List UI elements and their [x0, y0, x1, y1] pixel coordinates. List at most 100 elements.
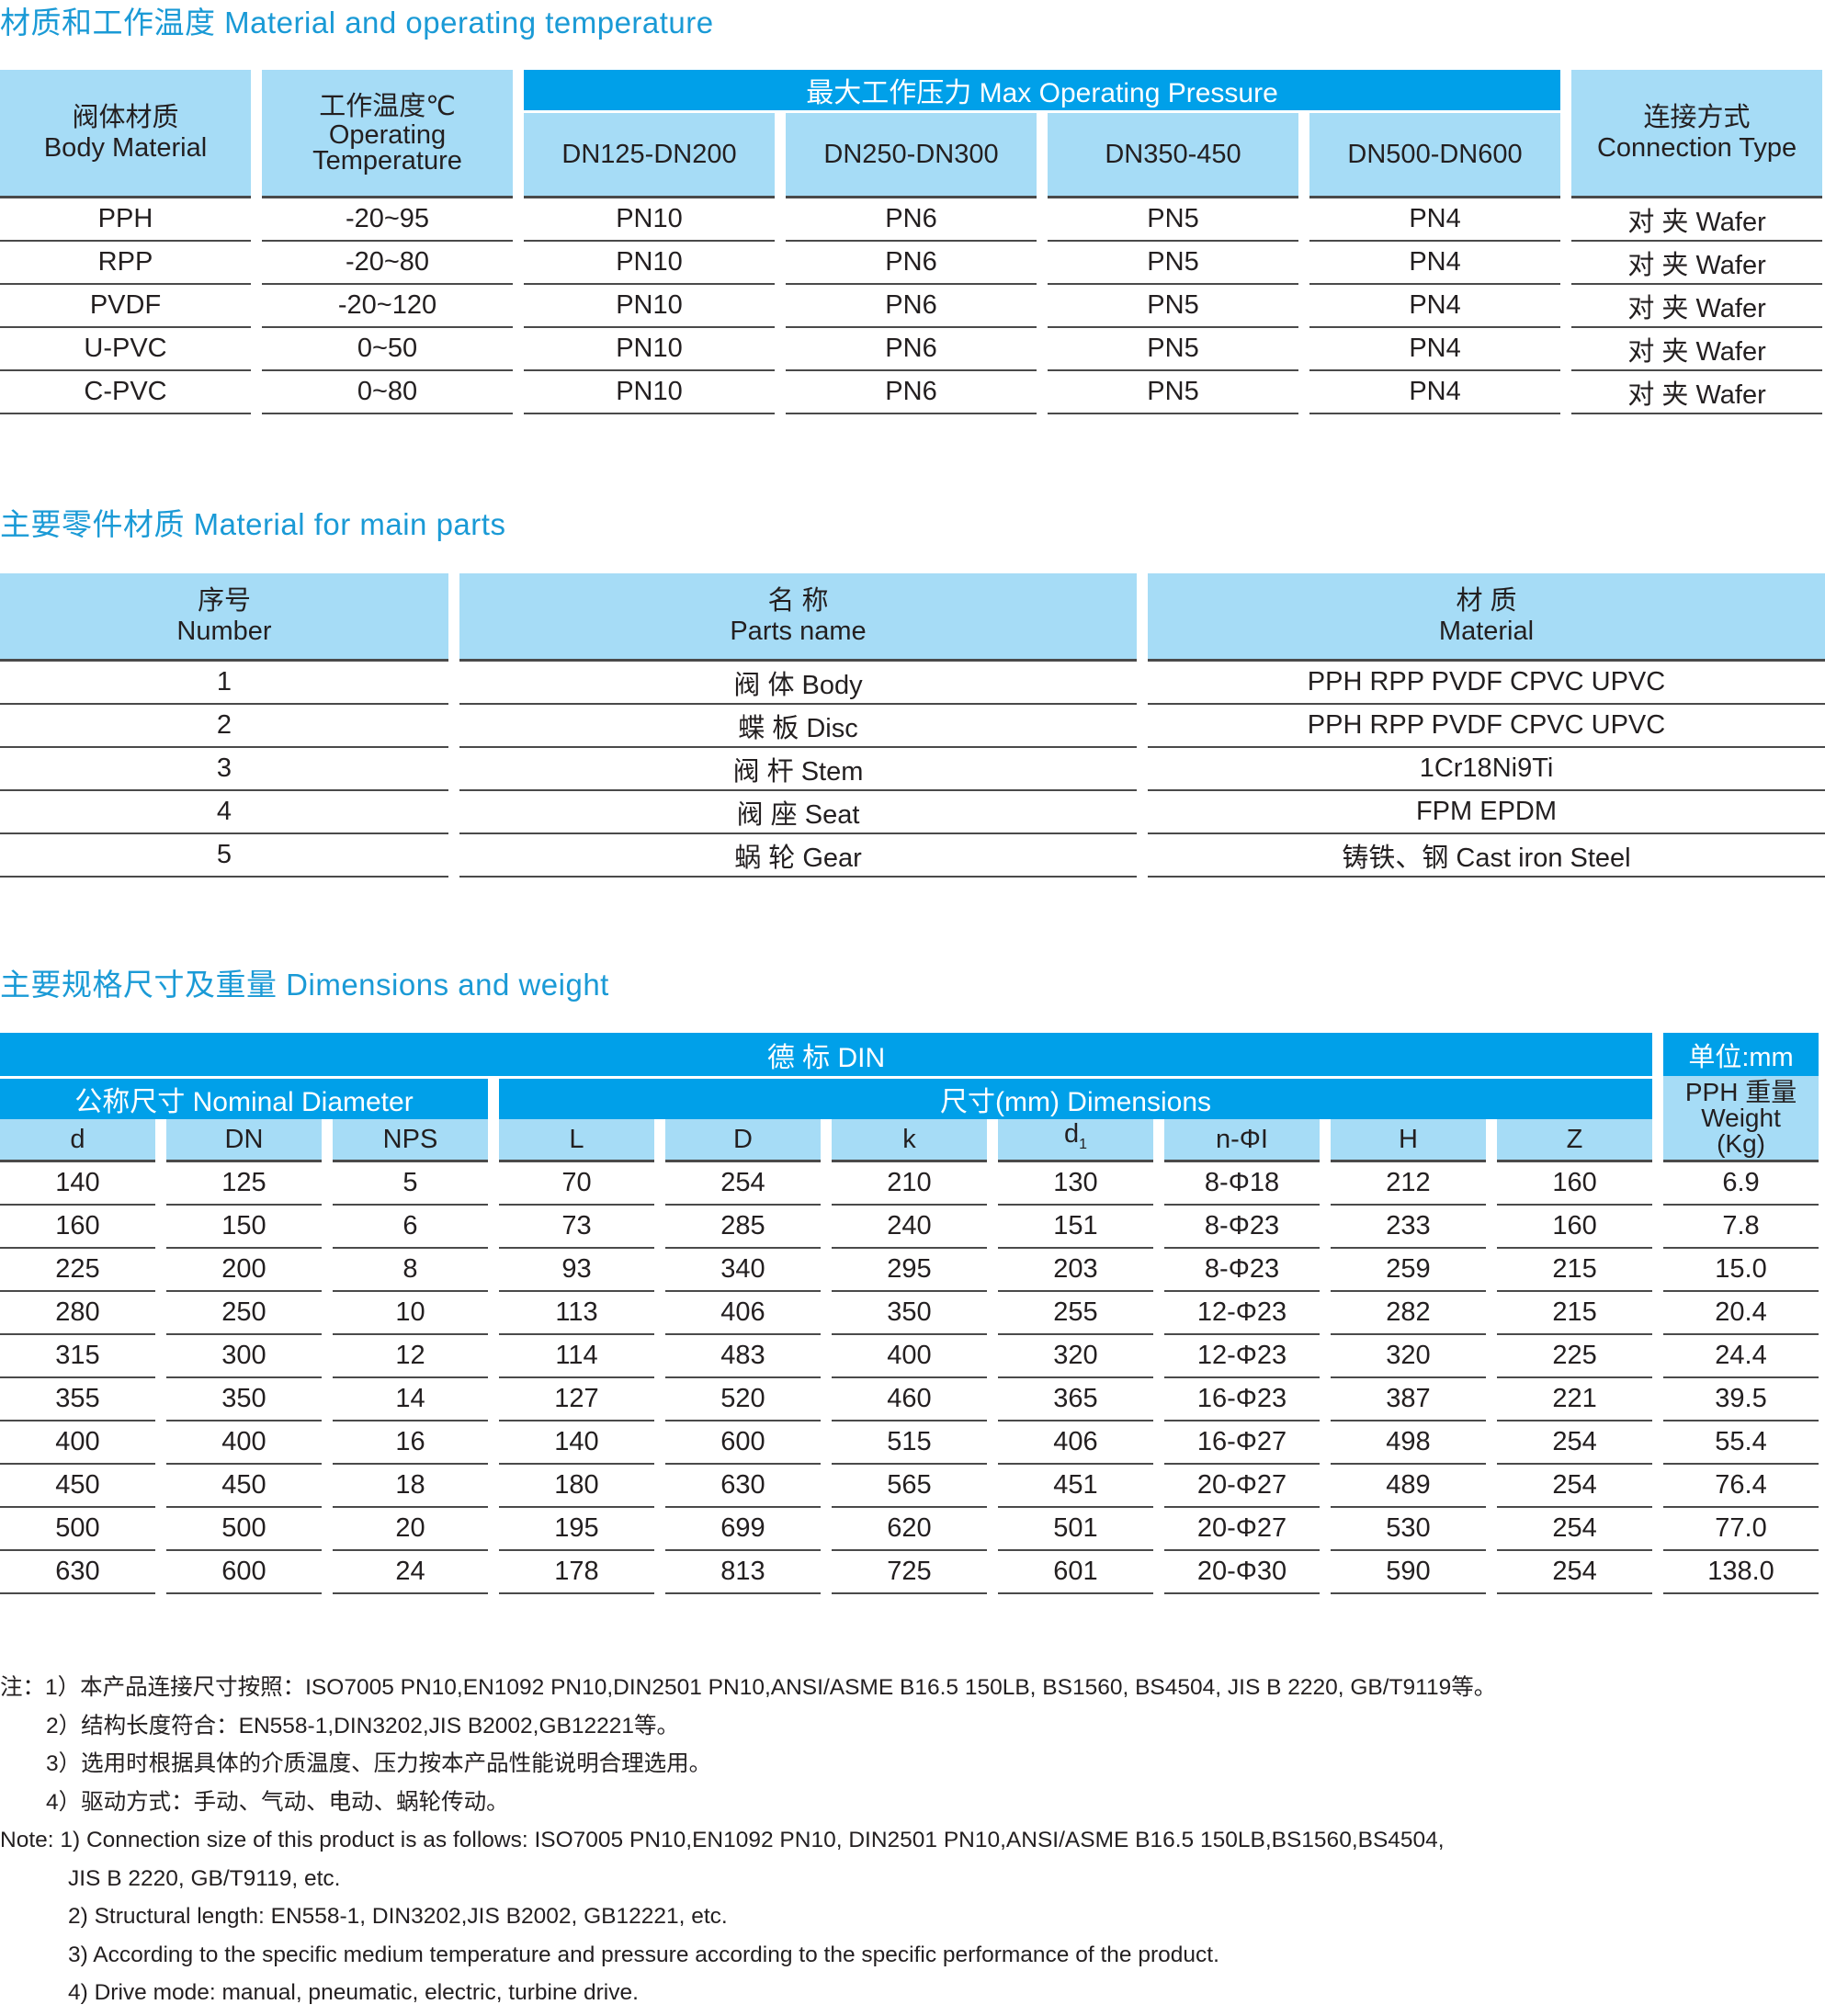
cell: 254: [665, 1162, 821, 1206]
cell: 5: [333, 1162, 488, 1206]
header-col-nps: NPS: [333, 1119, 488, 1162]
cell: 16: [333, 1421, 488, 1465]
header-dn125-200: DN125-DN200: [524, 113, 775, 198]
cell: 1Cr18Ni9Ti: [1148, 748, 1825, 791]
cell: 140: [499, 1421, 654, 1465]
cell: 8: [333, 1249, 488, 1292]
cell: 250: [166, 1292, 322, 1335]
cell: 600: [665, 1421, 821, 1465]
cell: 5: [0, 834, 448, 878]
header-weight: PPH 重量 Weight (Kg): [1663, 1076, 1819, 1162]
cell: C-PVC: [0, 371, 251, 414]
cell: 10: [333, 1292, 488, 1335]
cell: 39.5: [1663, 1378, 1819, 1421]
cell: 215: [1497, 1249, 1653, 1292]
cell: 212: [1331, 1162, 1486, 1206]
cell: 387: [1331, 1378, 1486, 1421]
cell: 195: [499, 1508, 654, 1551]
header-col-h: H: [1331, 1119, 1486, 1162]
header-connection-type: 连接方式 Connection Type: [1571, 70, 1823, 198]
cell: 160: [0, 1206, 155, 1249]
table-row: 355 350 14 127 520 460 365 16-Φ23 387 221 39.5: [0, 1378, 1819, 1421]
cell: 500: [166, 1508, 322, 1551]
cell: PVDF: [0, 285, 251, 328]
cell: 699: [665, 1508, 821, 1551]
cell: 180: [499, 1465, 654, 1508]
cell: 对 夹 Wafer: [1571, 198, 1823, 242]
cell: 阀 座 Seat: [459, 791, 1137, 834]
cell: 140: [0, 1162, 155, 1206]
cell: PN10: [524, 285, 775, 328]
table-row: 630 600 24 178 813 725 601 20-Φ30 590 254 138.0: [0, 1551, 1819, 1594]
header-weight-line1: PPH 重量: [1684, 1077, 1797, 1106]
note-line: 3）选用时根据具体的介质温度、压力按本产品性能说明合理选用。: [46, 1751, 712, 1776]
cell: 20-Φ27: [1164, 1508, 1320, 1551]
header-unit: 单位:mm: [1663, 1033, 1819, 1076]
cell: 阀 杆 Stem: [459, 748, 1137, 791]
table-row: 225 200 8 93 340 295 203 8-Φ23 259 215 15.0: [0, 1249, 1819, 1292]
cell: 725: [832, 1551, 987, 1594]
cell: PN6: [786, 242, 1037, 285]
cell: PN5: [1048, 242, 1298, 285]
cell: 400: [166, 1421, 322, 1465]
cell: 813: [665, 1551, 821, 1594]
cell: 255: [998, 1292, 1153, 1335]
note-line: 4）驱动方式：手动、气动、电动、蜗轮传动。: [46, 1789, 509, 1815]
header-number-cn: 序号: [197, 585, 251, 616]
cell: 77.0: [1663, 1508, 1819, 1551]
cell: 300: [166, 1335, 322, 1378]
cell: 355: [0, 1378, 155, 1421]
header-dn350-450: DN350-450: [1048, 113, 1298, 198]
cell: 1: [0, 662, 448, 705]
cell: 350: [832, 1292, 987, 1335]
cell: 254: [1497, 1465, 1653, 1508]
header-material: 材 质 Material: [1148, 573, 1825, 662]
header-temp-cn: 工作温度℃: [319, 92, 456, 121]
table-row: 3 阀 杆 Stem 1Cr18Ni9Ti: [0, 748, 1825, 791]
cell: 489: [1331, 1465, 1486, 1508]
cell: 3: [0, 748, 448, 791]
note-line: JIS B 2220, GB/T9119, etc.: [68, 1865, 341, 1891]
cell: PN6: [786, 371, 1037, 414]
cell: 365: [998, 1378, 1153, 1421]
cell: 210: [832, 1162, 987, 1206]
cell: 315: [0, 1335, 155, 1378]
cell: 254: [1497, 1508, 1653, 1551]
cell: 阀 体 Body: [459, 662, 1137, 705]
table-row: 4 阀 座 Seat FPM EPDM: [0, 791, 1825, 834]
header-material-en: Material: [1438, 616, 1535, 646]
cell: 对 夹 Wafer: [1571, 371, 1823, 414]
cell: PN5: [1048, 371, 1298, 414]
cell: 320: [1331, 1335, 1486, 1378]
header-col-d: d: [0, 1119, 155, 1162]
table-row: 160 150 6 73 285 240 151 8-Φ23 233 160 7.8: [0, 1206, 1819, 1249]
cell: 20: [333, 1508, 488, 1551]
cell: 18: [333, 1465, 488, 1508]
cell: 254: [1497, 1421, 1653, 1465]
cell: 240: [832, 1206, 987, 1249]
cell: PN6: [786, 285, 1037, 328]
section-title-dimensions-weight: 主要规格尺寸及重量 Dimensions and weight: [0, 968, 609, 1002]
cell: 55.4: [1663, 1421, 1819, 1465]
cell: 215: [1497, 1292, 1653, 1335]
cell: 203: [998, 1249, 1153, 1292]
note-line: Note: 1) Connection size of this product…: [0, 1828, 1445, 1852]
cell: 498: [1331, 1421, 1486, 1465]
table-row: C-PVC 0~80 PN10 PN6 PN5 PN4 对 夹 Wafer: [0, 371, 1823, 414]
table-row: U-PVC 0~50 PN10 PN6 PN5 PN4 对 夹 Wafer: [0, 328, 1823, 371]
cell: 对 夹 Wafer: [1571, 242, 1823, 285]
cell: 400: [832, 1335, 987, 1378]
header-col-D: D: [665, 1119, 821, 1162]
cell: 14: [333, 1378, 488, 1421]
note-line: 4) Drive mode: manual, pneumatic, electr…: [68, 1980, 639, 2005]
header-temp-en-1: Operating: [328, 120, 447, 150]
cell: -20~80: [262, 242, 513, 285]
cell: 565: [832, 1465, 987, 1508]
cell: 200: [166, 1249, 322, 1292]
header-weight-line2: Weight: [1701, 1103, 1781, 1132]
header-dimensions: 尺寸(mm) Dimensions: [499, 1076, 1653, 1119]
header-number: 序号 Number: [0, 573, 448, 662]
cell: 630: [0, 1551, 155, 1594]
header-parts-name-cn: 名 称: [767, 585, 829, 616]
header-body-material: 阀体材质 Body Material: [0, 70, 251, 198]
